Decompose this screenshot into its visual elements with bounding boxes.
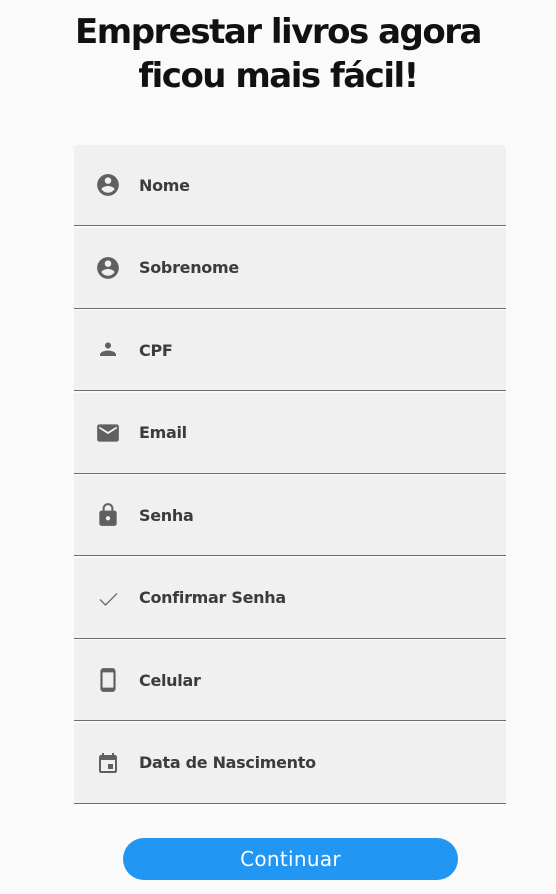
birthdate-field[interactable]: Data de Nascimento [74, 722, 506, 804]
name-field[interactable]: Nome [74, 145, 506, 226]
account-circle-icon [94, 171, 122, 199]
birthdate-input[interactable] [139, 770, 490, 793]
name-field-label: Nome [139, 175, 190, 195]
cpf-input[interactable] [139, 358, 490, 380]
lock-icon [94, 501, 122, 529]
phone-input[interactable] [139, 688, 490, 710]
signup-form: Nome Sobrenome CPF Email Senha Confirmar… [74, 145, 506, 805]
password-input[interactable] [139, 523, 490, 545]
page-title-line-1: Emprestar livros agora [75, 12, 482, 52]
smartphone-icon [94, 666, 122, 694]
page-title: Emprestar livros agora ficou mais fácil! [0, 10, 556, 98]
confirm-password-field-label: Confirmar Senha [139, 588, 286, 607]
phone-field-label: Celular [139, 670, 201, 690]
confirm-password-input[interactable] [139, 605, 490, 628]
email-field-label: Email [139, 423, 187, 442]
password-field[interactable]: Senha [74, 475, 506, 556]
cpf-field-label: CPF [139, 340, 173, 360]
surname-input[interactable] [139, 275, 490, 298]
phone-field[interactable]: Celular [74, 640, 506, 721]
mail-icon [94, 419, 122, 447]
cpf-field[interactable]: CPF [74, 310, 506, 391]
surname-field[interactable]: Sobrenome [74, 227, 506, 309]
email-field[interactable]: Email [74, 392, 506, 474]
birthdate-field-label: Data de Nascimento [139, 753, 316, 772]
surname-field-label: Sobrenome [139, 258, 239, 277]
continue-button[interactable]: Continuar [123, 838, 458, 880]
account-circle-icon [94, 254, 122, 282]
person-icon [94, 336, 122, 364]
check-icon [94, 584, 122, 612]
page-title-line-2: ficou mais fácil! [138, 56, 419, 96]
name-input[interactable] [139, 193, 490, 215]
calendar-icon [94, 749, 122, 777]
signup-screen: Emprestar livros agora ficou mais fácil!… [0, 0, 556, 894]
email-input[interactable] [139, 440, 490, 463]
password-field-label: Senha [139, 505, 194, 525]
confirm-password-field[interactable]: Confirmar Senha [74, 557, 506, 639]
